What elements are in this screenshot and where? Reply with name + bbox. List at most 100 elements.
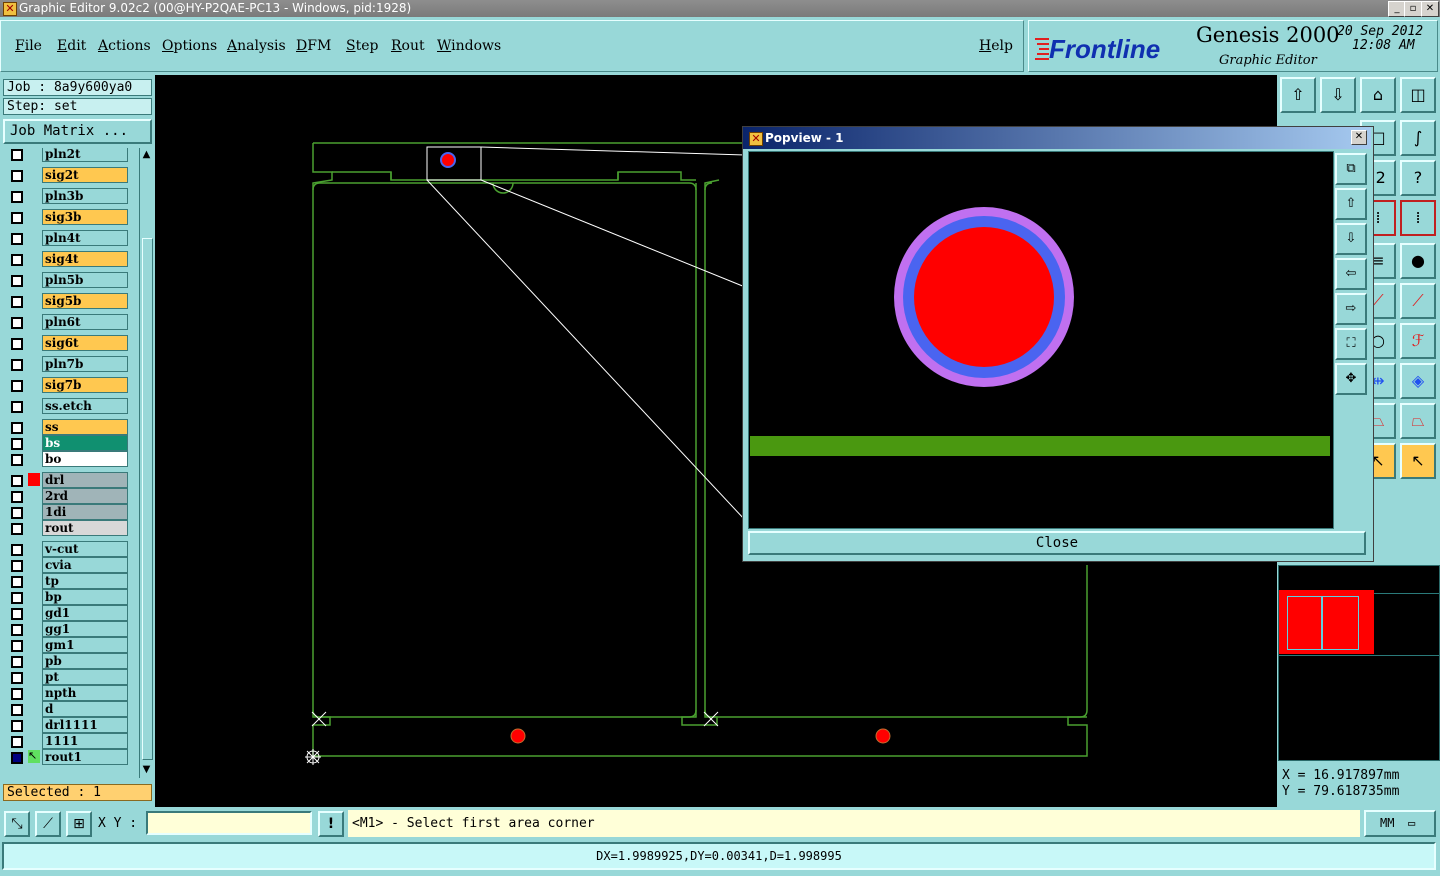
layer-checkbox[interactable]: [11, 296, 23, 308]
layer-name[interactable]: sig6t: [42, 335, 128, 351]
layer-checkbox[interactable]: [11, 438, 23, 450]
layer-checkbox[interactable]: [11, 454, 23, 466]
layer-name[interactable]: npth: [42, 685, 128, 701]
layer-checkbox[interactable]: [11, 576, 23, 588]
popview-left-icon[interactable]: ⇦: [1335, 258, 1367, 290]
layer-row-pln4t[interactable]: pln4t: [3, 230, 138, 246]
layer-name[interactable]: rout1: [42, 749, 128, 765]
layer-row-pb[interactable]: pb: [3, 653, 138, 669]
layer-name[interactable]: gm1: [42, 637, 128, 653]
layer-row-bo[interactable]: bo: [3, 451, 138, 467]
open-icon[interactable]: ⇧: [1280, 77, 1316, 113]
menu-step[interactable]: Step: [346, 38, 378, 54]
menu-rout[interactable]: Rout: [391, 38, 425, 54]
layer-name[interactable]: sig2t: [42, 167, 128, 183]
layer-name[interactable]: 1di: [42, 504, 128, 520]
layer-checkbox[interactable]: [11, 656, 23, 668]
layer-name[interactable]: pln7b: [42, 356, 128, 372]
layer-name[interactable]: sig7b: [42, 377, 128, 393]
layer-row-pt[interactable]: pt: [3, 669, 138, 685]
layer-row-pln6t[interactable]: pln6t: [3, 314, 138, 330]
job-matrix-button[interactable]: Job Matrix ...: [3, 119, 152, 144]
menu-file[interactable]: File: [15, 38, 42, 54]
layer-checkbox[interactable]: [11, 752, 23, 764]
layer-checkbox[interactable]: [11, 317, 23, 329]
layer-checkbox[interactable]: [11, 149, 23, 161]
help-icon[interactable]: ?: [1400, 160, 1436, 196]
layer-row-sig7b[interactable]: sig7b: [3, 377, 138, 393]
layer-scrollbar[interactable]: ▲ ▼: [139, 148, 154, 778]
layer-checkbox[interactable]: [11, 401, 23, 413]
layer-checkbox[interactable]: [11, 380, 23, 392]
features-icon[interactable]: ℱ: [1400, 323, 1436, 359]
layer-name[interactable]: pt: [42, 669, 128, 685]
layer-name[interactable]: pln5b: [42, 272, 128, 288]
layer-row-rout[interactable]: rout: [3, 520, 138, 536]
layer-row-1di[interactable]: 1di: [3, 504, 138, 520]
layer-name[interactable]: tp: [42, 573, 128, 589]
layer-name[interactable]: 1111: [42, 733, 128, 749]
layer-row-sig2t[interactable]: sig2t: [3, 167, 138, 183]
popview-close-icon[interactable]: ✕: [1351, 130, 1367, 145]
exclamation-icon[interactable]: !: [318, 811, 344, 837]
layer-checkbox[interactable]: [11, 359, 23, 371]
scroll-down-arrow-icon[interactable]: ▼: [141, 765, 152, 776]
shapes-icon[interactable]: ◈: [1400, 363, 1436, 399]
layer-checkbox[interactable]: [11, 338, 23, 350]
layer-row-d[interactable]: d: [3, 701, 138, 717]
save-icon[interactable]: ⇩: [1320, 77, 1356, 113]
layer-row-pln2t[interactable]: pln2t: [3, 148, 138, 162]
layer-checkbox[interactable]: [11, 191, 23, 203]
layer-name[interactable]: sig5b: [42, 293, 128, 309]
layer-checkbox[interactable]: [11, 523, 23, 535]
units-dropdown[interactable]: MM ▭: [1364, 810, 1436, 837]
layer-row-ss[interactable]: ss: [3, 419, 138, 435]
menu-edit[interactable]: Edit: [57, 38, 86, 54]
layer-row-pln3b[interactable]: pln3b: [3, 188, 138, 204]
pad-select-icon[interactable]: ●: [1400, 243, 1436, 279]
scroll-thumb[interactable]: [142, 238, 153, 760]
overview-panel[interactable]: [1278, 565, 1440, 761]
xy-input[interactable]: [146, 811, 312, 835]
layer-name[interactable]: pln3b: [42, 188, 128, 204]
route-select-icon[interactable]: ↖: [1400, 443, 1436, 479]
layer-checkbox[interactable]: [11, 254, 23, 266]
pad-marker[interactable]: [440, 152, 456, 168]
maximize-button[interactable]: ▫: [1404, 1, 1422, 17]
layer-row-tp[interactable]: tp: [3, 573, 138, 589]
layer-name[interactable]: sig4t: [42, 251, 128, 267]
layer-name[interactable]: pln2t: [42, 148, 128, 162]
scroll-up-arrow-icon[interactable]: ▲: [141, 150, 152, 161]
layer-row-1111[interactable]: 1111: [3, 733, 138, 749]
layer-row-v-cut[interactable]: v-cut: [3, 541, 138, 557]
menu-options[interactable]: Options: [162, 38, 217, 54]
layer-name[interactable]: gg1: [42, 621, 128, 637]
layer-row-bp[interactable]: bp: [3, 589, 138, 605]
layer-checkbox[interactable]: [11, 608, 23, 620]
line-connect-icon[interactable]: ⟋: [1400, 283, 1436, 319]
layer-row-gd1[interactable]: gd1: [3, 605, 138, 621]
popview-pan-icon[interactable]: ✥: [1335, 363, 1367, 395]
layer-checkbox[interactable]: [11, 422, 23, 434]
layer-name[interactable]: rout: [42, 520, 128, 536]
layer-row-2rd[interactable]: 2rd: [3, 488, 138, 504]
layer-name[interactable]: pln4t: [42, 230, 128, 246]
layer-checkbox[interactable]: [11, 507, 23, 519]
layer-row-rout1[interactable]: ↖ rout1: [3, 749, 138, 765]
home-icon[interactable]: ⌂: [1360, 77, 1396, 113]
layer-row-cvia[interactable]: cvia: [3, 557, 138, 573]
popview-zoom-icon[interactable]: ⧉: [1335, 153, 1367, 185]
layer-row-npth[interactable]: npth: [3, 685, 138, 701]
trapezoid-alt-icon[interactable]: ⏢: [1400, 403, 1436, 439]
layer-checkbox[interactable]: [11, 672, 23, 684]
close-window-button[interactable]: ✕: [1421, 1, 1439, 17]
menu-windows[interactable]: Windows: [437, 38, 501, 54]
snap-pad-icon[interactable]: ⁞: [1400, 200, 1436, 236]
menu-dfm[interactable]: DFM: [296, 38, 331, 54]
layer-name[interactable]: bs: [42, 435, 128, 451]
popview-fit-icon[interactable]: ⛶: [1335, 328, 1367, 360]
grid-icon[interactable]: ⊞: [66, 811, 92, 837]
layer-checkbox[interactable]: [11, 736, 23, 748]
layer-checkbox[interactable]: [11, 475, 23, 487]
layer-name[interactable]: pb: [42, 653, 128, 669]
